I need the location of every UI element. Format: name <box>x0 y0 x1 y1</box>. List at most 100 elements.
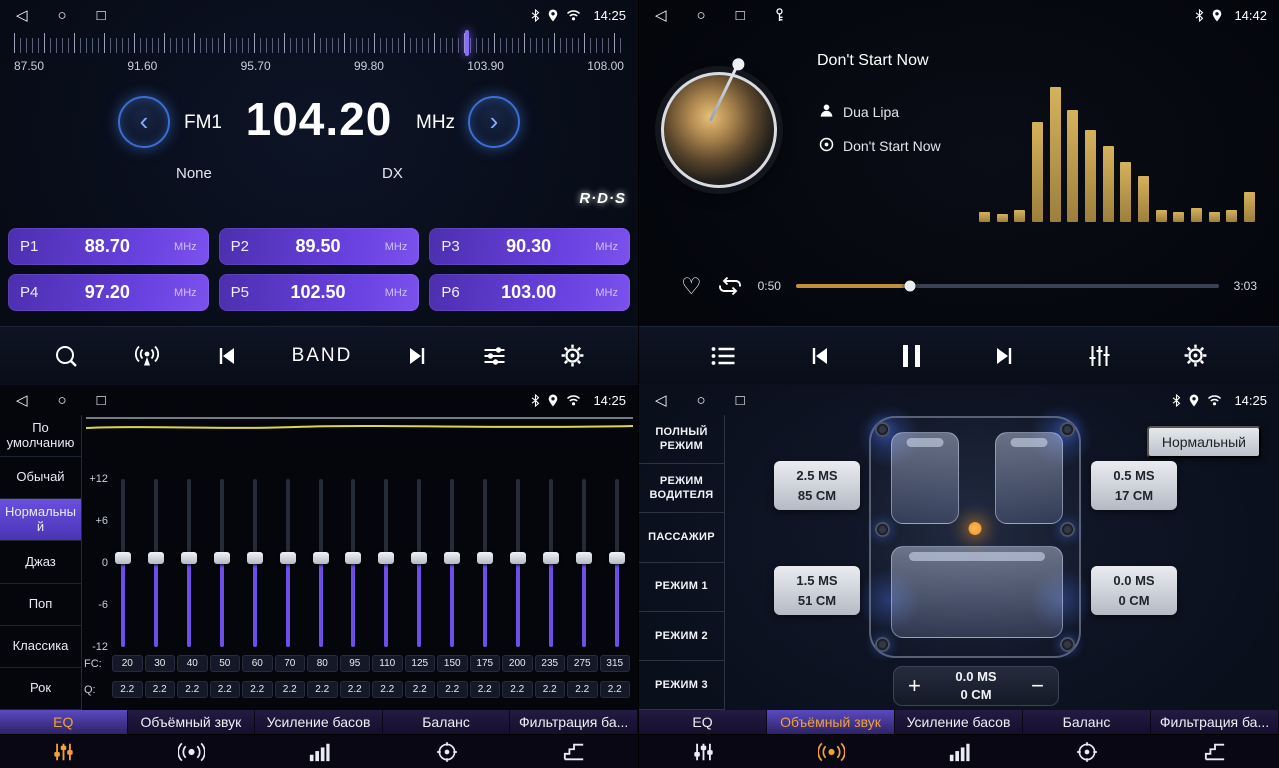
tab-icon-balance[interactable] <box>1023 735 1151 768</box>
mixer-icon[interactable] <box>1087 344 1112 368</box>
eq-preset-item[interactable]: Рок <box>0 668 81 710</box>
eq-band-slider[interactable] <box>114 479 132 647</box>
tab-bass-boost[interactable]: Усиление басов <box>895 710 1023 734</box>
repeat-icon[interactable] <box>717 275 743 297</box>
eq-slider-thumb[interactable] <box>214 552 230 564</box>
eq-slider-thumb[interactable] <box>115 552 131 564</box>
eq-preset-item[interactable]: Нормальный <box>0 499 81 541</box>
increase-delay-button[interactable]: + <box>908 675 921 697</box>
tab-icon-surround[interactable] <box>128 735 256 768</box>
tune-up-button[interactable]: › <box>468 96 520 148</box>
eq-band-slider[interactable] <box>180 479 198 647</box>
eq-slider-thumb[interactable] <box>510 552 526 564</box>
broadcast-icon[interactable] <box>132 344 162 368</box>
radio-preset-p2[interactable]: P289.50MHz <box>219 228 420 265</box>
eq-slider-thumb[interactable] <box>411 552 427 564</box>
eq-slider-thumb[interactable] <box>378 552 394 564</box>
eq-slider-thumb[interactable] <box>313 552 329 564</box>
tab-surround[interactable]: Объёмный звук <box>767 710 895 734</box>
eq-band-slider[interactable] <box>443 479 461 647</box>
tab-icon-filter[interactable] <box>510 735 638 768</box>
eq-preset-item[interactable]: По умолчанию <box>0 415 81 457</box>
pause-icon[interactable] <box>903 345 920 367</box>
previous-track-icon[interactable] <box>808 345 832 367</box>
home-icon[interactable]: ○ <box>697 393 706 408</box>
tab-icon-bass-boost[interactable] <box>255 735 383 768</box>
back-icon[interactable]: ◁ <box>16 393 28 408</box>
band-button[interactable]: BAND <box>292 345 353 367</box>
eq-slider-thumb[interactable] <box>345 552 361 564</box>
eq-slider-thumb[interactable] <box>280 552 296 564</box>
sound-mode-item[interactable]: ПОЛНЫЙ РЕЖИМ <box>639 415 724 464</box>
tab-icon-surround[interactable] <box>767 735 895 768</box>
eq-slider-thumb[interactable] <box>576 552 592 564</box>
sound-preset-button[interactable]: Нормальный <box>1147 426 1261 458</box>
recents-icon[interactable]: □ <box>736 393 745 408</box>
eq-slider-thumb[interactable] <box>247 552 263 564</box>
next-station-icon[interactable] <box>405 345 429 367</box>
eq-band-slider[interactable] <box>344 479 362 647</box>
recents-icon[interactable]: □ <box>97 8 106 23</box>
tab-icon-eq[interactable] <box>0 735 128 768</box>
eq-band-slider[interactable] <box>476 479 494 647</box>
home-icon[interactable]: ○ <box>697 8 706 23</box>
eq-band-slider[interactable] <box>147 479 165 647</box>
delay-front-right[interactable]: 0.5 MS 17 CM <box>1091 461 1177 510</box>
frequency-scale[interactable]: 87.5091.6095.7099.80103.90108.00 <box>14 33 624 85</box>
radio-preset-p6[interactable]: P6103.00MHz <box>429 274 630 311</box>
tab-icon-filter[interactable] <box>1151 735 1279 768</box>
tab-eq[interactable]: EQ <box>0 710 128 734</box>
recents-icon[interactable]: □ <box>97 393 106 408</box>
eq-slider-thumb[interactable] <box>543 552 559 564</box>
radio-preset-p4[interactable]: P497.20MHz <box>8 274 209 311</box>
decrease-delay-button[interactable]: − <box>1031 675 1044 697</box>
previous-station-icon[interactable] <box>215 345 239 367</box>
back-icon[interactable]: ◁ <box>655 393 667 408</box>
back-icon[interactable]: ◁ <box>16 8 28 23</box>
next-track-icon[interactable] <box>992 345 1016 367</box>
eq-preset-item[interactable]: Классика <box>0 626 81 668</box>
tab-filter[interactable]: Фильтрация ба... <box>1151 710 1279 734</box>
eq-band-slider[interactable] <box>509 479 527 647</box>
radio-preset-p3[interactable]: P390.30MHz <box>429 228 630 265</box>
eq-band-slider[interactable] <box>246 479 264 647</box>
eq-band-slider[interactable] <box>410 479 428 647</box>
eq-band-slider[interactable] <box>377 479 395 647</box>
tab-eq[interactable]: EQ <box>639 710 767 734</box>
sound-mode-item[interactable]: РЕЖИМ 3 <box>639 661 724 710</box>
listening-position-dot[interactable] <box>969 522 982 535</box>
eq-band-slider[interactable] <box>279 479 297 647</box>
delay-rear-right[interactable]: 0.0 MS 0 CM <box>1091 566 1177 615</box>
seek-bar[interactable] <box>796 284 1219 288</box>
favorite-icon[interactable]: ♡ <box>681 275 702 298</box>
delay-front-left[interactable]: 2.5 MS 85 CM <box>774 461 860 510</box>
tab-icon-eq[interactable] <box>639 735 767 768</box>
eq-slider-thumb[interactable] <box>444 552 460 564</box>
tab-balance[interactable]: Баланс <box>1023 710 1151 734</box>
tab-icon-bass-boost[interactable] <box>895 735 1023 768</box>
playlist-icon[interactable] <box>710 345 737 367</box>
tab-balance[interactable]: Баланс <box>383 710 511 734</box>
eq-slider-thumb[interactable] <box>609 552 625 564</box>
eq-preset-item[interactable]: Обычай <box>0 457 81 499</box>
sound-mode-item[interactable]: РЕЖИМ 1 <box>639 563 724 612</box>
tab-filter[interactable]: Фильтрация ба... <box>510 710 638 734</box>
settings-gear-icon[interactable] <box>560 343 585 368</box>
eq-band-slider[interactable] <box>213 479 231 647</box>
tab-surround[interactable]: Объёмный звук <box>128 710 256 734</box>
sound-mode-item[interactable]: РЕЖИМ ВОДИТЕЛЯ <box>639 464 724 513</box>
seek-thumb[interactable] <box>905 281 916 292</box>
delay-rear-left[interactable]: 1.5 MS 51 CM <box>774 566 860 615</box>
eq-slider-thumb[interactable] <box>477 552 493 564</box>
sound-mode-item[interactable]: ПАССАЖИР <box>639 513 724 562</box>
eq-slider-thumb[interactable] <box>148 552 164 564</box>
recents-icon[interactable]: □ <box>736 8 745 23</box>
home-icon[interactable]: ○ <box>58 393 67 408</box>
eq-preset-item[interactable]: Джаз <box>0 541 81 583</box>
tab-bass-boost[interactable]: Усиление басов <box>255 710 383 734</box>
back-icon[interactable]: ◁ <box>655 8 667 23</box>
tab-icon-balance[interactable] <box>383 735 511 768</box>
eq-settings-icon[interactable] <box>482 345 507 367</box>
eq-preset-item[interactable]: Поп <box>0 584 81 626</box>
eq-slider-thumb[interactable] <box>181 552 197 564</box>
